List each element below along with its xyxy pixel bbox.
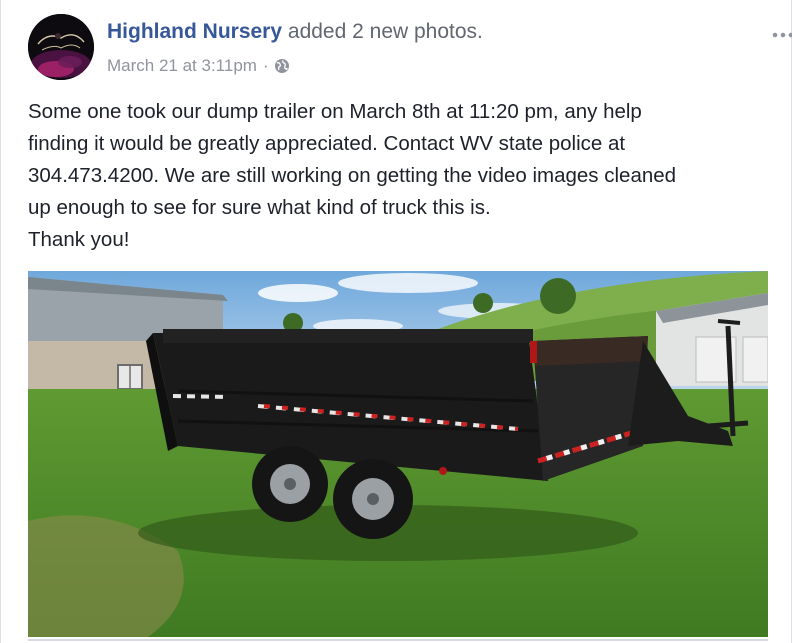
author-line: Highland Nursery added 2 new photos. [107, 20, 483, 44]
more-options-icon[interactable] [770, 26, 792, 44]
post-meta: March 21 at 3:11pm · [107, 56, 290, 76]
post-text-line: 304.473.4200. We are still working on ge… [28, 164, 677, 187]
globe-icon[interactable] [274, 58, 290, 74]
author-name-link[interactable]: Highland Nursery [107, 20, 282, 43]
page-avatar[interactable] [28, 14, 94, 80]
meta-separator: · [262, 56, 269, 75]
post-text-line: finding it would be greatly appreciated.… [28, 132, 626, 155]
post-action-text: added 2 new photos. [287, 20, 483, 43]
divider [28, 639, 768, 641]
post-text-line: Some one took our dump trailer on March … [28, 100, 642, 123]
post-card: Highland Nursery added 2 new photos. Mar… [0, 0, 792, 643]
post-timestamp[interactable]: March 21 at 3:11pm [107, 56, 257, 76]
post-text-line: Thank you! [28, 228, 130, 251]
post-header: Highland Nursery added 2 new photos. Mar… [28, 14, 792, 80]
post-photo[interactable] [28, 271, 768, 637]
post-body-text: Some one took our dump trailer on March … [28, 96, 778, 256]
post-text-line: up enough to see for sure what kind of t… [28, 196, 491, 219]
